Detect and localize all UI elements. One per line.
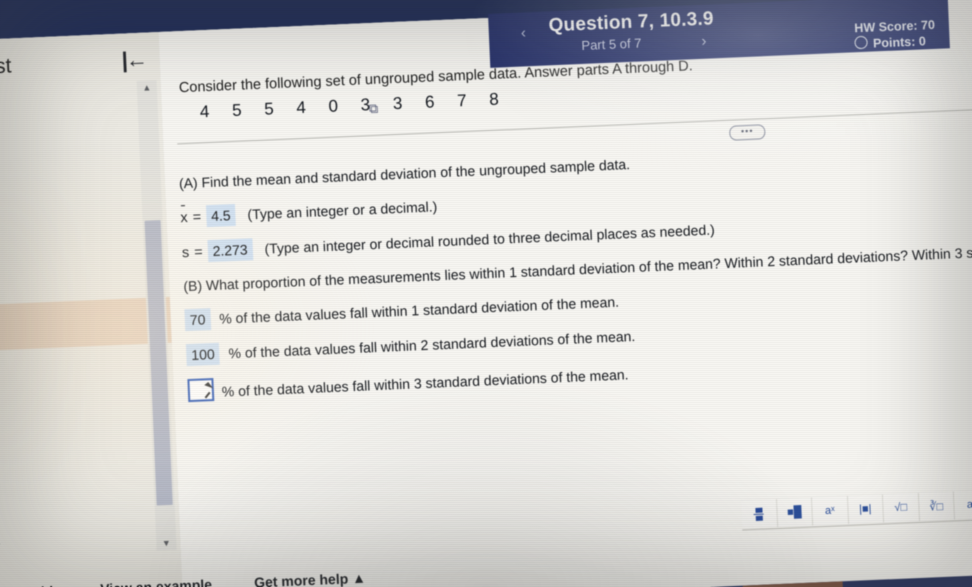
question-content-panel: ▲ ▼ ‹ Question 7, 10.3.9 Part 5 of 7 › H…: [136, 0, 972, 587]
sd-hint: (Type an integer or decimal rounded to t…: [264, 221, 716, 257]
next-question-icon[interactable]: ›: [701, 33, 707, 50]
answer-area: (A) Find the mean and standard deviation…: [178, 124, 972, 416]
within-1-sd-text: % of the data values fall within 1 stand…: [218, 293, 620, 327]
mean-value-field[interactable]: 4.5: [205, 203, 237, 228]
sidebar-item-q6[interactable]: 6: [0, 269, 35, 292]
previous-question-icon[interactable]: ‹: [521, 24, 527, 41]
square-root-icon[interactable]: √□: [882, 492, 920, 523]
mixed-number-icon[interactable]: ■█: [776, 497, 814, 528]
math-symbol-palette: ■█ aˣ |■| √□ ∛□ aₓ (□,□) More: [741, 485, 972, 531]
page-body: list |← 4 5 6 7 8 9 ‹ ... ▼ ▲ ▼ ‹: [0, 0, 972, 587]
points-circle-icon: [854, 35, 869, 50]
nth-root-icon[interactable]: ∛□: [918, 491, 956, 521]
sd-value-field[interactable]: 2.273: [207, 238, 254, 263]
screen-photo: ...ework list |← 4 5 6 7 8 9 ‹ ... ▼ ▲: [0, 0, 972, 587]
sidebar-item-q7[interactable]: 7: [0, 324, 38, 347]
within-1-sd-value-field[interactable]: 70: [184, 308, 211, 332]
within-3-sd-text: % of the data values fall within 3 stand…: [221, 366, 629, 400]
mean-equals: =: [192, 209, 202, 226]
sidebar-item-q5[interactable]: 5: [0, 204, 33, 227]
scroll-up-arrow-icon[interactable]: ▲: [137, 80, 158, 95]
sd-equals: =: [193, 244, 204, 261]
computer-screen: ...ework list |← 4 5 6 7 8 9 ‹ ... ▼ ▲: [0, 0, 972, 587]
sidebar-item-q4[interactable]: 4: [0, 140, 30, 163]
mean-symbol: x: [180, 209, 189, 227]
mean-hint: (Type an integer or a decimal.): [247, 198, 438, 223]
sidebar-item-q9[interactable]: 9: [0, 450, 43, 473]
scroll-down-arrow-icon[interactable]: ▼: [156, 536, 177, 551]
question-title: Question 7, 10.3.9: [548, 8, 715, 37]
within-2-sd-value-field[interactable]: 100: [185, 342, 221, 367]
exponent-icon[interactable]: aˣ: [811, 496, 849, 526]
fraction-icon[interactable]: [741, 499, 778, 529]
question-part-label: Part 5 of 7: [581, 35, 642, 53]
sidebar-title: list: [0, 54, 12, 79]
subscript-icon[interactable]: aₓ: [953, 489, 972, 520]
sidebar-footer-note: ‹ ...: [0, 536, 1, 547]
copy-data-icon[interactable]: ⧉: [369, 101, 379, 117]
sd-symbol: s: [181, 244, 190, 262]
absolute-value-icon[interactable]: |■|: [847, 494, 885, 525]
homework-breadcrumb: ...ework: [106, 0, 185, 5]
within-2-sd-text: % of the data values fall within 2 stand…: [228, 327, 636, 362]
collapse-sidebar-icon[interactable]: |←: [121, 47, 146, 73]
score-box: HW Score: 70 Points: 0: [854, 17, 936, 52]
sidebar-item-q8[interactable]: 8: [0, 387, 40, 410]
